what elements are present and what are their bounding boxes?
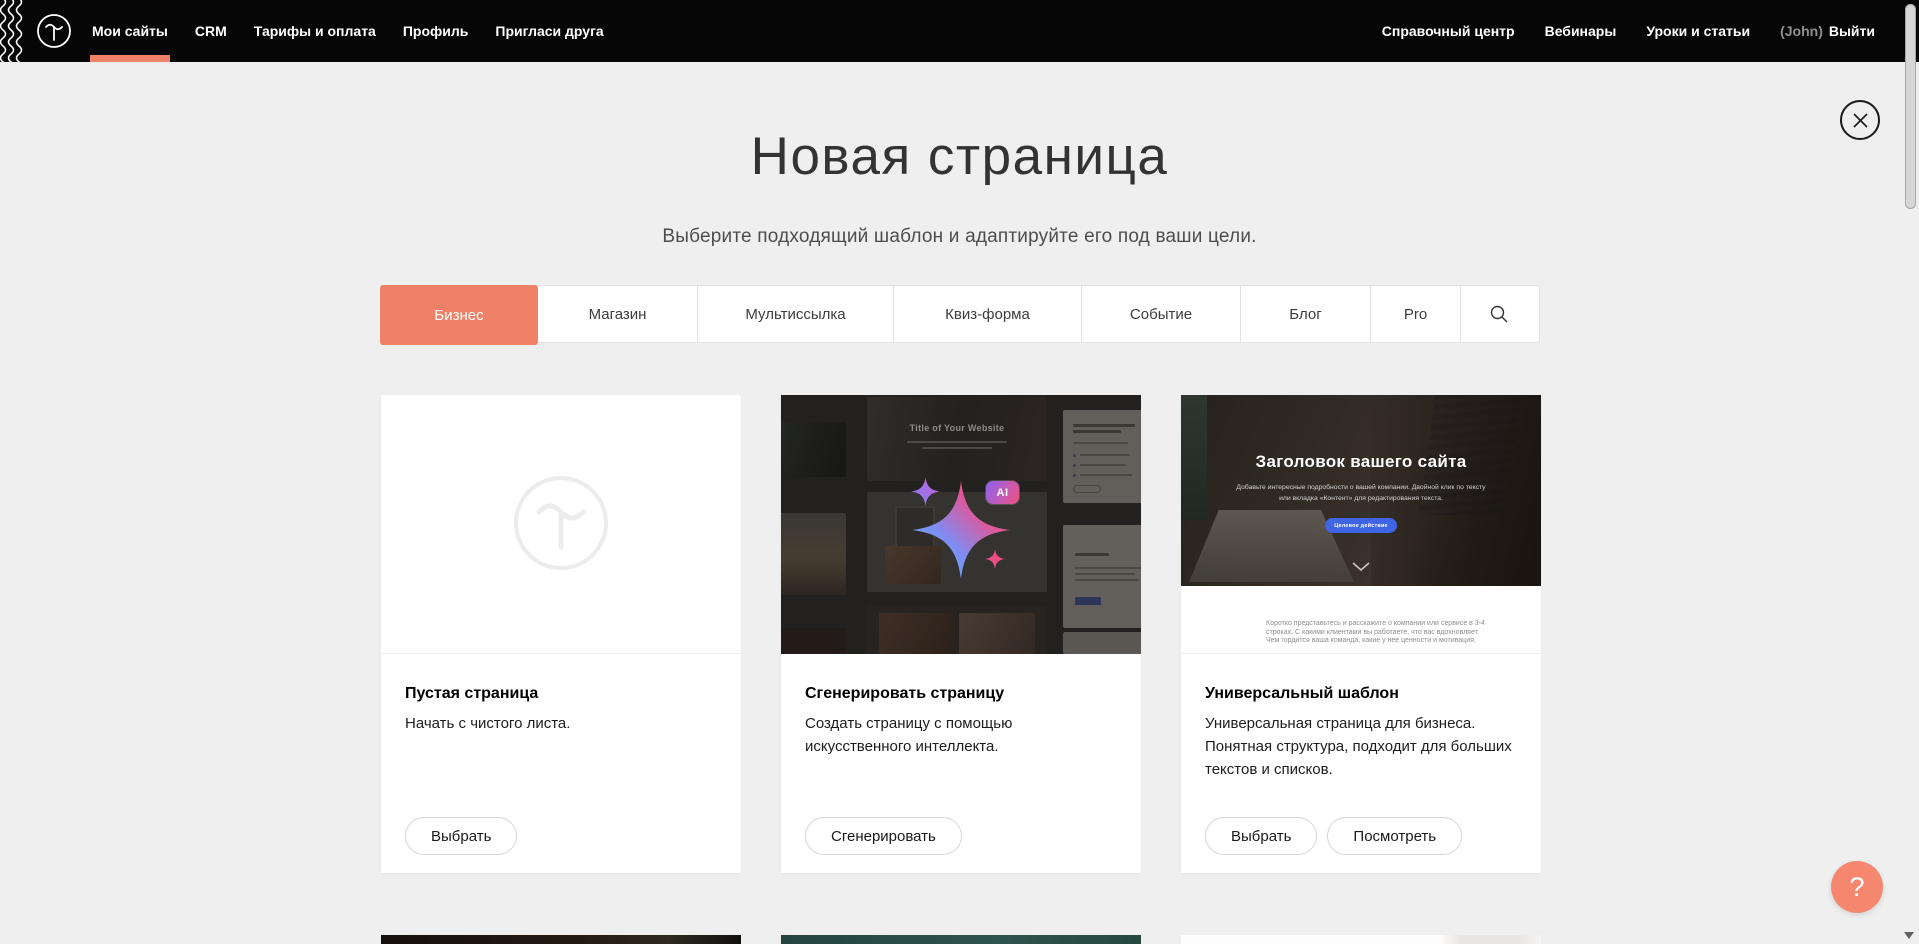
search-icon bbox=[1489, 304, 1509, 324]
card-body: Пустая страница Начать с чистого листа. … bbox=[381, 654, 741, 873]
choose-universal-button[interactable]: Выбрать bbox=[1205, 817, 1317, 855]
template-category-tabs: Бизнес Магазин Мультиссылка Квиз-форма С… bbox=[380, 285, 1540, 343]
card-description: Начать с чистого листа. bbox=[405, 712, 715, 735]
tab-business[interactable]: Бизнес bbox=[380, 285, 538, 345]
template-card-blank: Пустая страница Начать с чистого листа. … bbox=[381, 395, 741, 873]
template-hero-preview: Заголовок вашего сайта Добавьте интересн… bbox=[1181, 395, 1541, 586]
universal-template-thumbnail[interactable]: Заголовок вашего сайта Добавьте интересн… bbox=[1181, 395, 1541, 654]
generate-button[interactable]: Сгенерировать bbox=[805, 817, 962, 855]
card-title: Сгенерировать страницу bbox=[805, 685, 1115, 703]
nav-item-invite-friend[interactable]: Пригласи друга bbox=[495, 0, 603, 62]
nav-item-webinars[interactable]: Вебинары bbox=[1545, 0, 1617, 62]
tab-shop[interactable]: Магазин bbox=[538, 286, 698, 342]
card-title: Универсальный шаблон bbox=[1205, 685, 1515, 703]
hero-text-layer: Заголовок вашего сайта Добавьте интересн… bbox=[1181, 395, 1541, 586]
ai-sparkle-small-top-icon bbox=[911, 477, 940, 506]
card-description: Универсальная страница для бизнеса. Поня… bbox=[1205, 712, 1515, 781]
nav-item-help-center[interactable]: Справочный центр bbox=[1382, 0, 1515, 62]
hero-cta-button: Целевое действие bbox=[1325, 518, 1397, 533]
card-description: Создать страницу с помощью искусственног… bbox=[805, 712, 1115, 758]
app-window: Мои сайты CRM Тарифы и оплата Профиль Пр… bbox=[0, 0, 1919, 944]
page-title: Новая страница bbox=[0, 126, 1919, 187]
template-thumbnail-partial[interactable] bbox=[381, 935, 741, 944]
card-actions: Сгенерировать bbox=[805, 817, 962, 855]
hero-title: Заголовок вашего сайта bbox=[1181, 452, 1541, 472]
tab-search[interactable] bbox=[1461, 286, 1536, 342]
tab-quiz-form[interactable]: Квиз-форма bbox=[894, 286, 1082, 342]
scrollbar-down-arrow[interactable] bbox=[1904, 932, 1914, 939]
template-cards: Пустая страница Начать с чистого листа. … bbox=[381, 395, 1541, 873]
top-navbar: Мои сайты CRM Тарифы и оплата Профиль Пр… bbox=[0, 0, 1919, 62]
nav-item-profile[interactable]: Профиль bbox=[403, 0, 469, 62]
template-thumbnail-partial[interactable] bbox=[781, 935, 1141, 944]
card-body: Универсальный шаблон Универсальная стран… bbox=[1181, 654, 1541, 873]
user-name: (John) bbox=[1780, 23, 1823, 39]
nav-item-my-sites[interactable]: Мои сайты bbox=[92, 0, 168, 62]
ai-template-thumbnail[interactable]: Title of Your Website bbox=[781, 395, 1141, 654]
secondary-menu: Справочный центр Вебинары Уроки и статьи… bbox=[1382, 0, 1875, 62]
main-menu: Мои сайты CRM Тарифы и оплата Профиль Пр… bbox=[92, 0, 604, 62]
card-actions: Выбрать bbox=[405, 817, 517, 855]
template-body-text: Коротко представьтесь и расскажите о ком… bbox=[1266, 620, 1486, 646]
template-card-universal: Заголовок вашего сайта Добавьте интересн… bbox=[1181, 395, 1541, 873]
card-actions: Выбрать Посмотреть bbox=[1205, 817, 1462, 855]
hero-subtitle: Добавьте интересные подробности о вашей … bbox=[1231, 483, 1491, 504]
tilda-watermark-icon bbox=[512, 474, 610, 572]
nav-item-pricing[interactable]: Тарифы и оплата bbox=[254, 0, 376, 62]
help-button[interactable]: ? bbox=[1831, 861, 1883, 913]
tilda-logo[interactable] bbox=[36, 13, 72, 49]
nav-item-lessons[interactable]: Уроки и статьи bbox=[1646, 0, 1750, 62]
card-title: Пустая страница bbox=[405, 685, 715, 703]
choose-blank-button[interactable]: Выбрать bbox=[405, 817, 517, 855]
next-templates-row bbox=[0, 935, 1919, 944]
zigzag-pattern-icon bbox=[0, 0, 27, 62]
preview-button[interactable]: Посмотреть bbox=[1327, 817, 1462, 855]
tab-multilink[interactable]: Мультиссылка bbox=[698, 286, 894, 342]
nav-item-logout[interactable]: (John) Выйти bbox=[1780, 0, 1875, 62]
template-card-ai: Title of Your Website bbox=[781, 395, 1141, 873]
ai-sparkle-small-bottom-icon bbox=[985, 549, 1005, 569]
chevron-down-icon bbox=[1352, 562, 1370, 572]
tab-pro[interactable]: Pro bbox=[1371, 286, 1461, 342]
logout-label: Выйти bbox=[1829, 23, 1875, 39]
tab-event[interactable]: Событие bbox=[1082, 286, 1241, 342]
nav-item-crm[interactable]: CRM bbox=[195, 0, 227, 62]
page-subtitle: Выберите подходящий шаблон и адаптируйте… bbox=[0, 226, 1919, 248]
card-body: Сгенерировать страницу Создать страницу … bbox=[781, 654, 1141, 873]
scrollbar-thumb[interactable] bbox=[1905, 4, 1916, 209]
blank-template-thumbnail bbox=[381, 395, 741, 654]
tab-blog[interactable]: Блог bbox=[1241, 286, 1371, 342]
template-thumbnail-partial[interactable] bbox=[1181, 935, 1541, 944]
ai-badge: AI bbox=[986, 481, 1019, 504]
